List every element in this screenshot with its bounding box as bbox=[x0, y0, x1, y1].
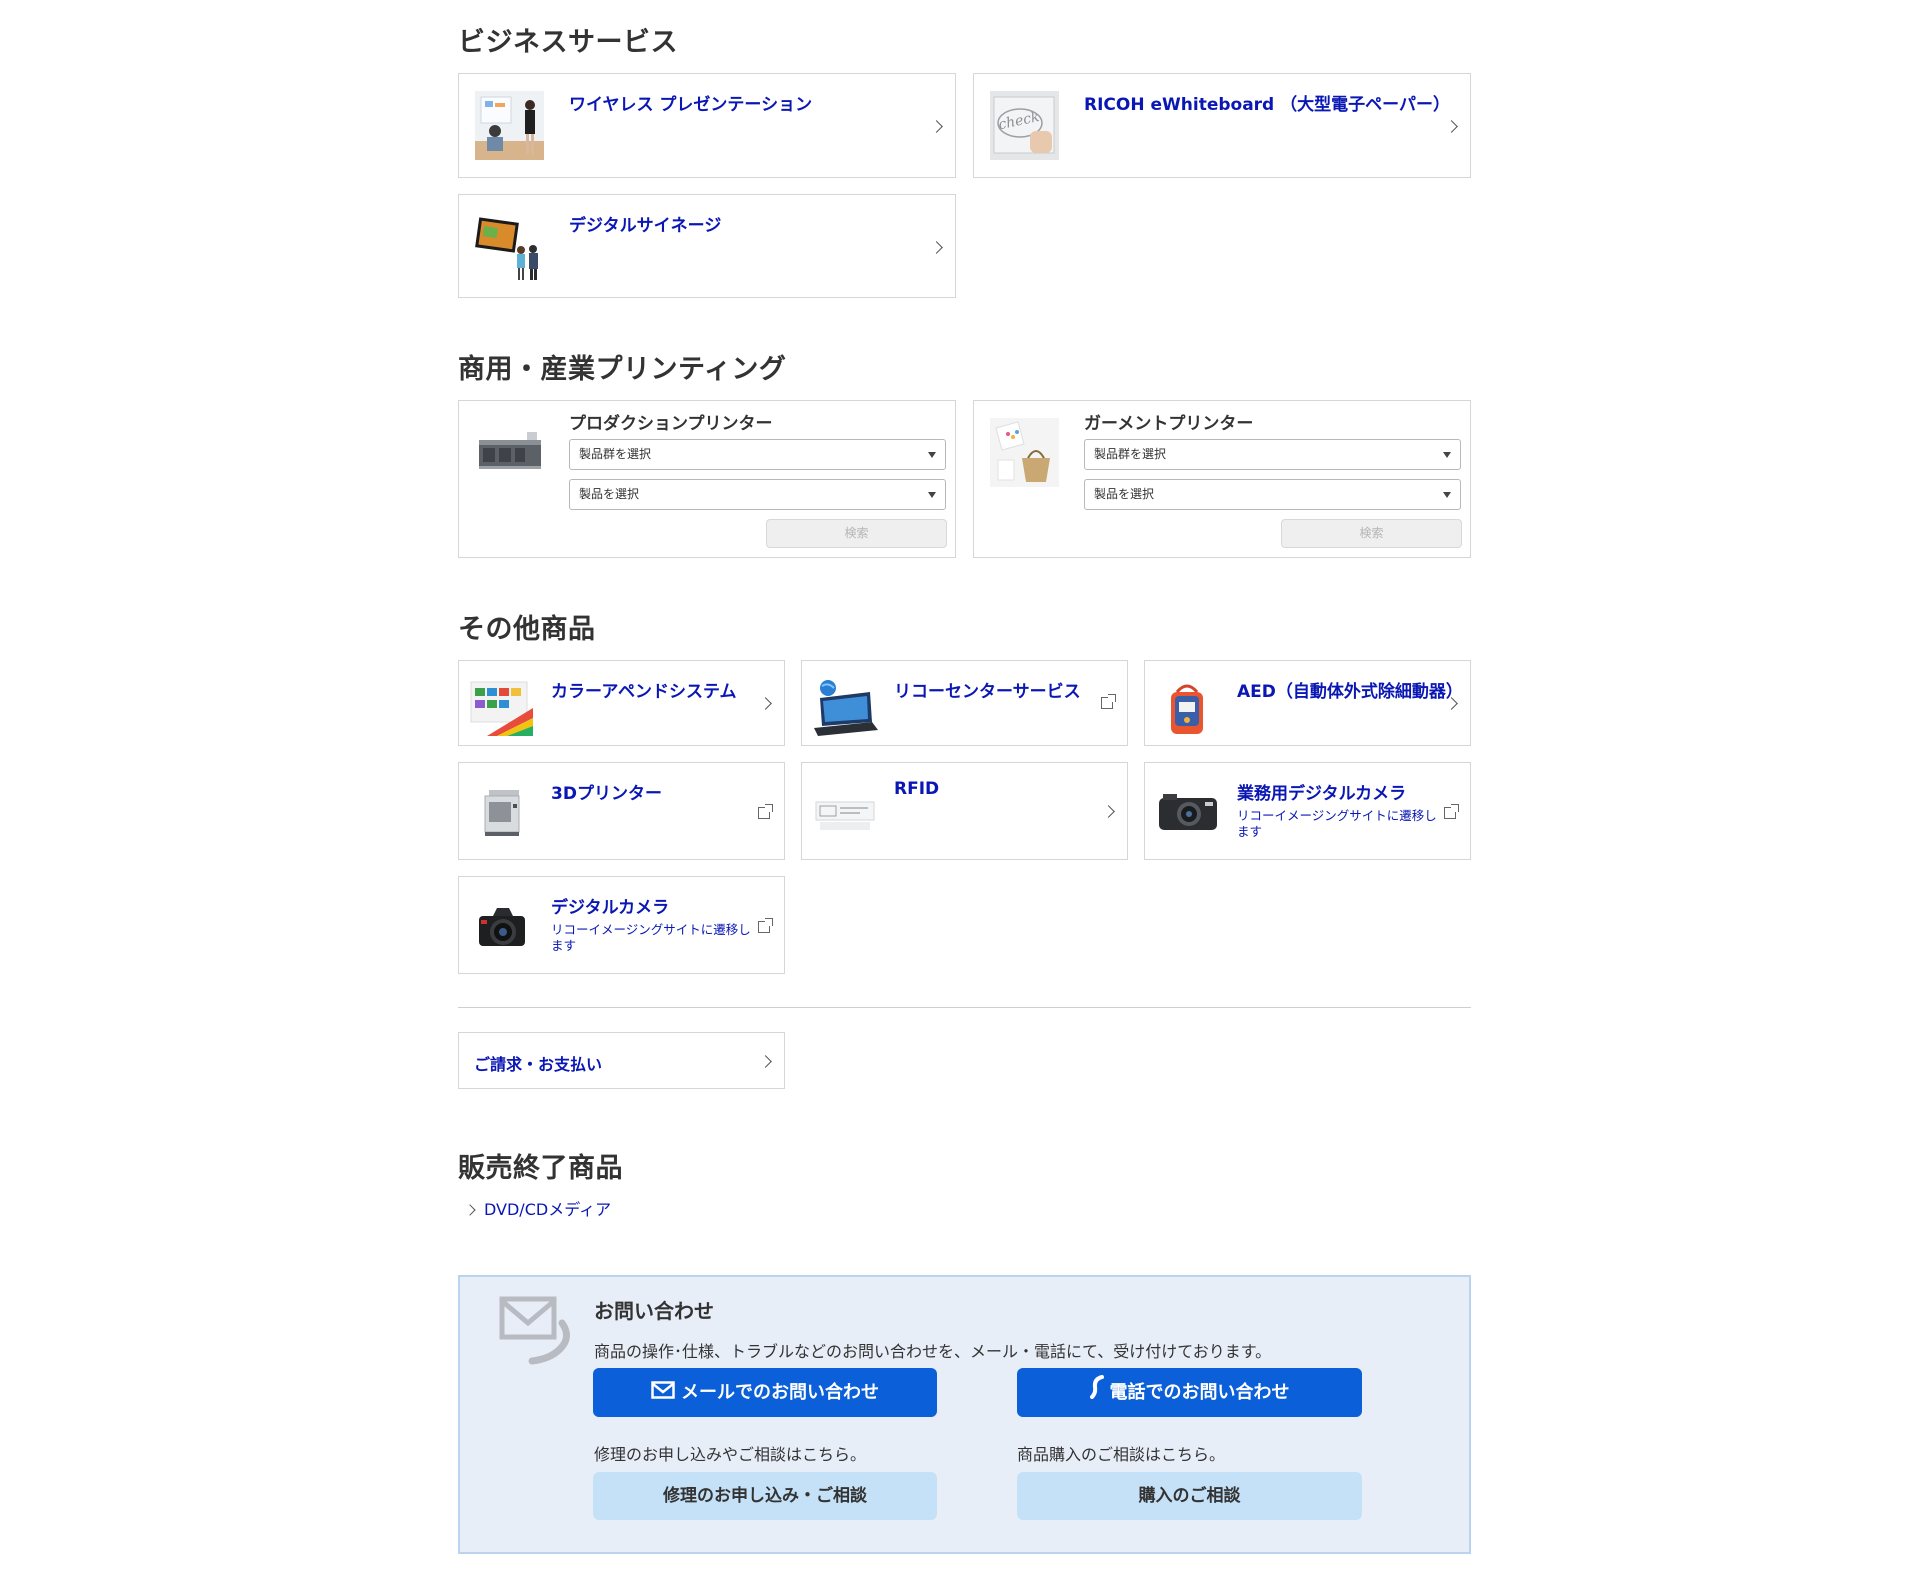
external-link-icon bbox=[1101, 694, 1116, 709]
color-append-image bbox=[467, 678, 536, 738]
chevron-right-icon bbox=[759, 697, 772, 710]
chevron-right-icon bbox=[1102, 805, 1115, 818]
select-value: 製品を選択 bbox=[1094, 487, 1155, 501]
contact-panel: お問い合わせ 商品の操作･仕様、トラブルなどのお問い合わせを、メール・電話にて、… bbox=[458, 1275, 1471, 1554]
contact-description: 商品の操作･仕様、トラブルなどのお問い合わせを、メール・電話にて、受け付けており… bbox=[594, 1342, 1272, 1361]
product-select[interactable]: 製品を選択 bbox=[1084, 479, 1461, 510]
card-wireless-presentation[interactable]: ワイヤレス プレゼンテーション bbox=[458, 73, 956, 178]
phone-contact-button[interactable]: 電話でのお問い合わせ bbox=[1017, 1368, 1362, 1417]
external-link-icon bbox=[758, 918, 773, 933]
business-camera-image bbox=[1153, 780, 1222, 840]
production-printer-image bbox=[475, 418, 544, 487]
search-button[interactable]: 検索 bbox=[1281, 519, 1462, 548]
card-business-digital-camera[interactable]: 業務用デジタルカメラ リコーイメージングサイトに遷移します bbox=[1144, 762, 1471, 860]
external-link-icon bbox=[1444, 804, 1459, 819]
dropdown-arrow-icon bbox=[1443, 492, 1451, 498]
card-digital-camera[interactable]: デジタルカメラ リコーイメージングサイトに遷移します bbox=[458, 876, 785, 974]
card-title: デジタルサイネージ bbox=[569, 216, 722, 236]
card-subtitle: リコーイメージングサイトに遷移します bbox=[551, 922, 751, 953]
chevron-right-icon bbox=[930, 241, 943, 254]
purchase-consult-button[interactable]: 購入のご相談 bbox=[1017, 1472, 1362, 1520]
purchase-note: 商品購入のご相談はこちら。 bbox=[1017, 1445, 1226, 1464]
card-ricoh-center-service[interactable]: リコーセンターサービス bbox=[801, 660, 1128, 746]
select-value: 製品群を選択 bbox=[579, 447, 652, 461]
chevron-right-icon bbox=[759, 1055, 772, 1068]
center-service-image bbox=[810, 678, 879, 738]
chevron-right-icon bbox=[464, 1204, 476, 1216]
card-aed[interactable]: AED（自動体外式除細動器） bbox=[1144, 660, 1471, 746]
card-title: リコーセンターサービス bbox=[894, 682, 1081, 702]
product-group-select[interactable]: 製品群を選択 bbox=[569, 439, 946, 470]
dropdown-arrow-icon bbox=[928, 492, 936, 498]
mail-phone-icon bbox=[498, 1293, 576, 1365]
section-title-printing: 商用・産業プリンティング bbox=[458, 354, 787, 385]
card-color-append-system[interactable]: カラーアペンドシステム bbox=[458, 660, 785, 746]
chevron-right-icon bbox=[1445, 120, 1458, 133]
card-production-printer: プロダクションプリンター 製品群を選択 製品を選択 検索 bbox=[458, 400, 956, 558]
external-link-icon bbox=[758, 804, 773, 819]
select-value: 製品を選択 bbox=[579, 487, 640, 501]
wireless-presentation-image bbox=[475, 91, 544, 160]
aed-image bbox=[1153, 678, 1222, 738]
phone-icon bbox=[1089, 1369, 1106, 1418]
card-billing-payment[interactable]: ご請求・お支払い bbox=[458, 1032, 785, 1089]
card-title: 業務用デジタルカメラ bbox=[1237, 784, 1407, 804]
card-title: ガーメントプリンター bbox=[1084, 414, 1254, 434]
card-title: プロダクションプリンター bbox=[569, 414, 773, 434]
section-title-discontinued: 販売終了商品 bbox=[458, 1153, 623, 1184]
section-divider bbox=[458, 1007, 1471, 1008]
digital-signage-image bbox=[475, 212, 544, 281]
card-title: RICOH eWhiteboard （大型電子ペーパー） bbox=[1084, 95, 1450, 115]
search-button[interactable]: 検索 bbox=[766, 519, 947, 548]
product-select[interactable]: 製品を選択 bbox=[569, 479, 946, 510]
card-3d-printer[interactable]: 3Dプリンター bbox=[458, 762, 785, 860]
card-title: AED（自動体外式除細動器） bbox=[1237, 682, 1463, 702]
mail-icon bbox=[651, 1369, 675, 1418]
link-dvd-cd-media[interactable]: DVD/CDメディア bbox=[458, 1196, 611, 1220]
card-garment-printer: ガーメントプリンター 製品群を選択 製品を選択 検索 bbox=[973, 400, 1471, 558]
dropdown-arrow-icon bbox=[1443, 452, 1451, 458]
chevron-right-icon bbox=[930, 120, 943, 133]
card-title: RFID bbox=[894, 779, 940, 799]
section-title-business: ビジネスサービス bbox=[458, 27, 678, 58]
card-title: 3Dプリンター bbox=[551, 784, 662, 804]
card-subtitle: リコーイメージングサイトに遷移します bbox=[1237, 808, 1437, 839]
button-label: 電話でのお問い合わせ bbox=[1109, 1382, 1290, 1403]
card-title: ご請求・お支払い bbox=[474, 1055, 603, 1074]
product-group-select[interactable]: 製品群を選択 bbox=[1084, 439, 1461, 470]
rfid-image bbox=[810, 780, 879, 840]
section-title-other: その他商品 bbox=[458, 614, 596, 645]
repair-note: 修理のお申し込みやご相談はこちら。 bbox=[594, 1445, 867, 1464]
digital-camera-image bbox=[467, 894, 536, 954]
card-ricoh-ewhiteboard[interactable]: check RICOH eWhiteboard （大型電子ペーパー） bbox=[973, 73, 1471, 178]
card-rfid[interactable]: RFID bbox=[801, 762, 1128, 860]
card-title: デジタルカメラ bbox=[551, 898, 670, 918]
contact-title: お問い合わせ bbox=[594, 1299, 714, 1323]
button-label: メールでのお問い合わせ bbox=[681, 1382, 879, 1403]
select-value: 製品群を選択 bbox=[1094, 447, 1167, 461]
card-title: ワイヤレス プレゼンテーション bbox=[569, 95, 813, 115]
mail-contact-button[interactable]: メールでのお問い合わせ bbox=[593, 1368, 937, 1417]
card-digital-signage[interactable]: デジタルサイネージ bbox=[458, 194, 956, 298]
repair-consult-button[interactable]: 修理のお申し込み・ご相談 bbox=[593, 1472, 937, 1520]
link-label: DVD/CDメディア bbox=[484, 1200, 612, 1219]
3d-printer-image bbox=[467, 780, 536, 840]
dropdown-arrow-icon bbox=[928, 452, 936, 458]
ewhiteboard-image: check bbox=[990, 91, 1059, 160]
garment-printer-image bbox=[990, 418, 1059, 487]
card-title: カラーアペンドシステム bbox=[551, 682, 737, 702]
